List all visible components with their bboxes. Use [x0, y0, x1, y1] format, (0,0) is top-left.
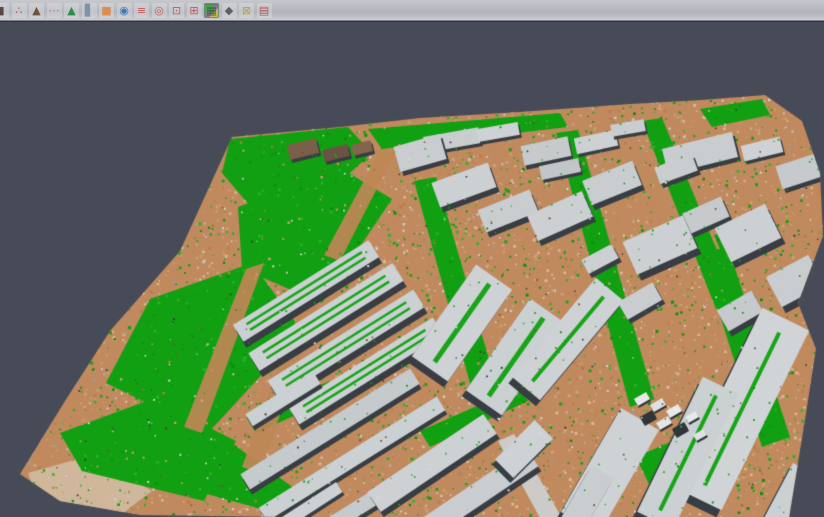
cross-grid-icon[interactable]: ⊠	[239, 3, 254, 18]
vegetation-terrain-icon[interactable]: ▲	[64, 3, 79, 18]
selection-box-icon[interactable]: ⊡	[169, 3, 184, 18]
toolbar-icons: ▮∴▲⋯▲▋■◉≡◎⊡⊞▦◆⊠▤	[0, 0, 274, 18]
dashed-grid-icon[interactable]: ⊞	[187, 3, 202, 18]
globe-sync-icon[interactable]: ◉	[117, 3, 132, 18]
clipped-tool-icon[interactable]: ▮	[0, 3, 9, 18]
scatter-points-icon[interactable]: ∴	[12, 3, 27, 18]
classification-colors-icon[interactable]: ▦	[204, 3, 219, 18]
column-view-icon[interactable]: ▋	[82, 3, 97, 18]
orange-area-icon[interactable]: ■	[99, 3, 114, 18]
application-window: { "toolbar": { "icons": [ {"name":"clipp…	[0, 0, 824, 517]
terrain-mound-icon[interactable]: ▲	[29, 3, 44, 18]
red-layers-icon[interactable]: ▤	[257, 3, 272, 18]
red-list-icon[interactable]: ≡	[134, 3, 149, 18]
3d-viewport[interactable]	[0, 21, 824, 517]
ground-points-icon[interactable]: ⋯	[47, 3, 62, 18]
target-ring-icon[interactable]: ◎	[152, 3, 167, 18]
point-cloud-canvas[interactable]	[0, 22, 824, 517]
toolbar: ▮∴▲⋯▲▋■◉≡◎⊡⊞▦◆⊠▤	[0, 0, 824, 21]
mesh-object-icon[interactable]: ◆	[222, 3, 237, 18]
